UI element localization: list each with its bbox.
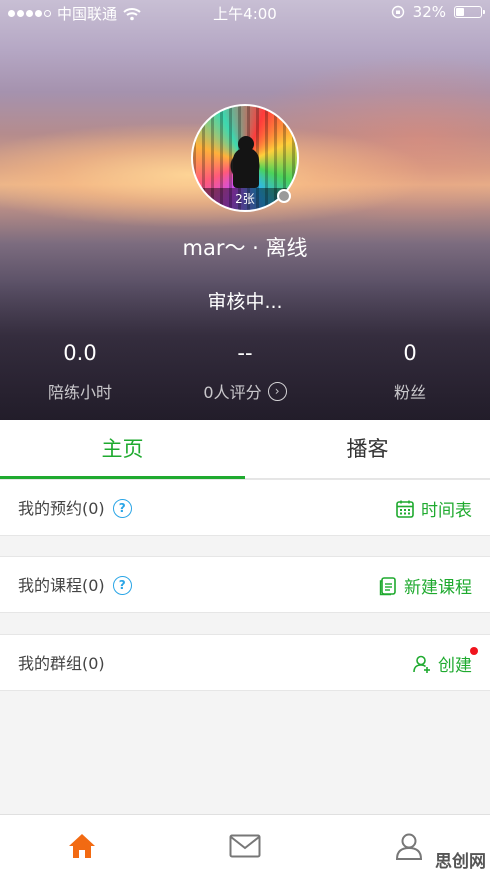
avatar-container[interactable]: 2张 — [191, 104, 299, 212]
schedule-button[interactable]: 时间表 — [395, 480, 472, 537]
new-course-label: 新建课程 — [404, 578, 472, 598]
courses-row[interactable]: 我的课程(0) ? 新建课程 — [0, 556, 490, 613]
profile-icon — [395, 833, 422, 860]
profile-header: 中国联通 上午4:00 32% 2张 mar～ · 离线 审核中... 0.0 … — [0, 0, 490, 420]
status-bar: 中国联通 上午4:00 32% — [0, 0, 490, 24]
help-icon[interactable]: ? — [112, 499, 132, 518]
document-icon — [379, 576, 396, 595]
avatar-figure — [233, 148, 259, 188]
stats-row: 0.0 陪练小时 -- 0人评分 › 0 粉丝 — [0, 340, 490, 410]
nav-messages[interactable] — [163, 815, 326, 876]
stat-hours-label: 陪练小时 — [47, 383, 112, 402]
nav-home[interactable] — [0, 815, 163, 876]
tab-home[interactable]: 主页 — [0, 420, 245, 479]
tab-bar: 主页 播客 — [0, 420, 490, 479]
tab-podcast[interactable]: 播客 — [245, 420, 490, 479]
battery-level — [456, 8, 465, 16]
presence-dot — [277, 189, 291, 203]
create-group-button[interactable]: 创建 — [412, 635, 472, 692]
battery-percent: 32% — [412, 3, 446, 21]
schedule-label: 时间表 — [421, 501, 472, 521]
groups-row[interactable]: 我的群组(0) 创建 — [0, 634, 490, 691]
stat-fans-label: 粉丝 — [393, 383, 426, 402]
groups-label: 我的群组(0) — [18, 654, 105, 673]
stat-rating-label: 0人评分 — [203, 383, 262, 402]
new-course-button[interactable]: 新建课程 — [378, 557, 472, 614]
watermark: 思创网 — [435, 852, 486, 872]
reservations-label: 我的预约(0) — [18, 499, 105, 518]
battery-icon — [454, 6, 485, 18]
stat-fans-value: 0 — [403, 341, 417, 365]
reservations-row[interactable]: 我的预约(0) ? 时间表 — [0, 479, 490, 536]
add-user-icon — [413, 655, 430, 673]
stat-fans[interactable]: 0 粉丝 — [330, 340, 490, 403]
stat-rating-value: -- — [237, 341, 253, 365]
status-right: 32% — [391, 3, 485, 21]
home-icon — [68, 834, 95, 858]
chevron-right-circle-icon[interactable]: › — [267, 381, 287, 401]
bottom-nav: 思创网 — [0, 814, 490, 876]
stat-hours-value: 0.0 — [63, 341, 97, 365]
orientation-lock-icon — [391, 5, 404, 19]
stat-rating[interactable]: -- 0人评分 › — [165, 340, 325, 403]
user-name: mar～ · 离线 — [182, 236, 308, 260]
calendar-icon — [396, 500, 414, 518]
review-status: 审核中... — [207, 291, 283, 313]
create-label: 创建 — [438, 656, 472, 676]
notification-dot — [470, 647, 478, 655]
courses-label: 我的课程(0) — [18, 576, 105, 595]
stat-hours: 0.0 陪练小时 — [0, 340, 160, 403]
mail-icon — [229, 834, 260, 858]
help-icon[interactable]: ? — [112, 576, 132, 595]
